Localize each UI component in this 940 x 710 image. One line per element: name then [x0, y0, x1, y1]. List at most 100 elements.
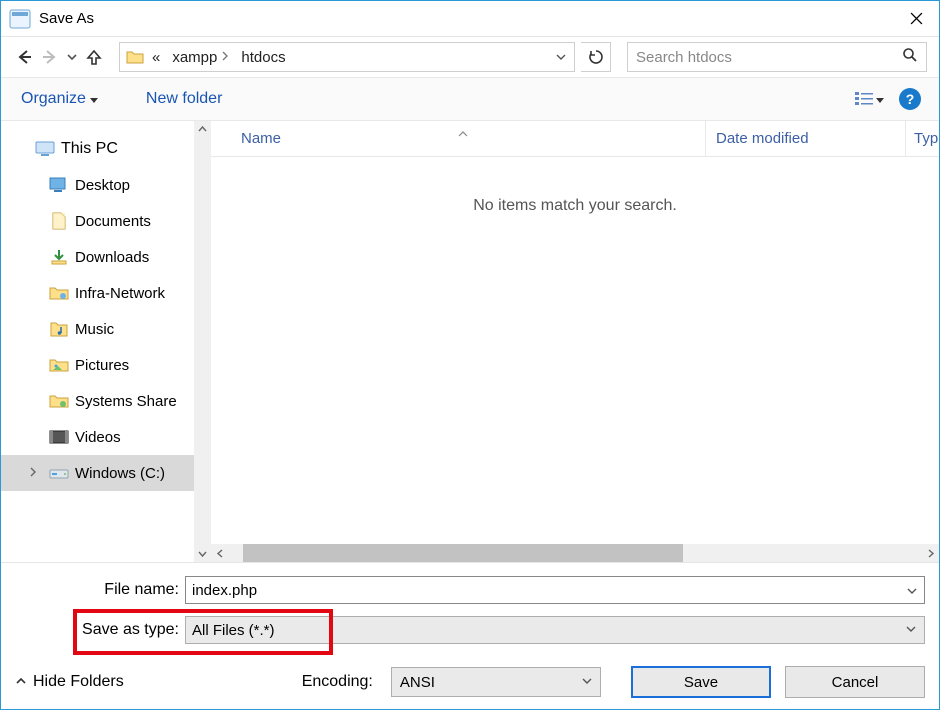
chevron-right-icon — [221, 50, 229, 64]
encoding-value: ANSI — [400, 674, 435, 691]
navigation-tree: This PC Desktop Documents Downloads Infra-N… — [1, 121, 211, 562]
search-placeholder: Search htdocs — [636, 49, 732, 66]
tree-item[interactable]: Documents — [1, 203, 194, 239]
folder-icon — [126, 49, 144, 65]
tree-item-this-pc[interactable]: This PC — [1, 131, 194, 167]
search-icon — [902, 47, 918, 68]
back-button[interactable] — [13, 45, 35, 69]
view-options-button[interactable] — [851, 85, 887, 113]
main-pane: This PC Desktop Documents Downloads Infra-N… — [1, 121, 939, 563]
breadcrumb-segment-label: htdocs — [241, 49, 285, 66]
tree-item-label: Desktop — [75, 177, 130, 194]
nav-buttons — [13, 45, 105, 69]
new-folder-label: New folder — [146, 90, 222, 107]
scroll-down-icon[interactable] — [194, 545, 211, 562]
new-folder-button[interactable]: New folder — [146, 90, 222, 108]
chevron-down-icon — [582, 676, 592, 689]
file-list-body[interactable]: No items match your search. — [211, 157, 939, 544]
column-label: Name — [241, 130, 281, 147]
breadcrumb[interactable]: « xampp htdocs — [119, 42, 575, 72]
hide-folders-label: Hide Folders — [33, 673, 124, 691]
save-as-dialog: Save As « xampp — [0, 0, 940, 710]
scrollbar-thumb[interactable] — [243, 544, 683, 562]
forward-button[interactable] — [39, 45, 61, 69]
tree-item-label: Systems Share — [75, 393, 177, 410]
chevron-up-icon — [15, 673, 27, 691]
file-list-pane: Name Date modified Typ No items match yo… — [211, 121, 939, 562]
encoding-select[interactable]: ANSI — [391, 667, 601, 697]
encoding-label: Encoding: — [302, 673, 377, 691]
music-icon — [49, 320, 69, 338]
file-name-input[interactable] — [185, 576, 925, 604]
horizontal-scrollbar[interactable] — [211, 544, 939, 562]
column-name[interactable]: Name — [211, 130, 705, 147]
chevron-down-icon — [876, 90, 884, 108]
tree-item-label: Documents — [75, 213, 151, 230]
search-input[interactable]: Search htdocs — [627, 42, 927, 72]
tree-item[interactable]: Windows (C:) — [1, 455, 194, 491]
dialog-footer: Hide Folders Encoding: ANSI Save Cancel — [1, 655, 939, 709]
column-type[interactable]: Typ — [905, 121, 939, 156]
chevron-down-icon — [90, 90, 98, 108]
close-button[interactable] — [893, 3, 939, 35]
chevron-down-icon[interactable] — [907, 583, 917, 601]
desktop-icon — [49, 176, 69, 194]
column-headers: Name Date modified Typ — [211, 121, 939, 157]
network-folder-icon — [49, 284, 69, 302]
pictures-icon — [49, 356, 69, 374]
organize-button[interactable]: Organize — [21, 90, 98, 108]
breadcrumb-overflow[interactable]: « — [148, 43, 164, 71]
expand-icon[interactable] — [29, 467, 37, 480]
downloads-icon — [49, 248, 69, 266]
chevron-down-icon — [906, 624, 916, 637]
documents-icon — [49, 212, 69, 230]
tree-item-label: This PC — [61, 140, 118, 158]
cancel-button-label: Cancel — [832, 674, 879, 691]
tree-item[interactable]: Systems Share — [1, 383, 194, 419]
breadcrumb-segment-label: xampp — [172, 49, 217, 66]
save-button[interactable]: Save — [631, 666, 771, 698]
share-folder-icon — [49, 392, 69, 410]
save-button-label: Save — [684, 674, 718, 691]
breadcrumb-segment-0[interactable]: xampp — [168, 43, 233, 71]
tree-item[interactable]: Infra-Network — [1, 275, 194, 311]
app-icon — [9, 9, 31, 29]
hide-folders-button[interactable]: Hide Folders — [15, 673, 124, 691]
empty-list-message: No items match your search. — [211, 197, 939, 215]
scroll-left-icon[interactable] — [211, 544, 229, 562]
organize-label: Organize — [21, 90, 86, 108]
tree-item-label: Music — [75, 321, 114, 338]
scroll-right-icon[interactable] — [921, 544, 939, 562]
tree-item[interactable]: Pictures — [1, 347, 194, 383]
tree-item[interactable]: Downloads — [1, 239, 194, 275]
column-date-modified[interactable]: Date modified — [705, 121, 905, 156]
tree-item[interactable]: Music — [1, 311, 194, 347]
tree-scrollbar[interactable] — [194, 121, 211, 562]
help-button[interactable]: ? — [899, 88, 921, 110]
videos-icon — [49, 428, 69, 446]
tree-item[interactable]: Desktop — [1, 167, 194, 203]
column-label: Typ — [914, 130, 938, 147]
file-type-select[interactable]: All Files (*.*) — [185, 616, 925, 644]
breadcrumb-segment-1[interactable]: htdocs — [237, 43, 289, 71]
sort-ascending-icon — [458, 129, 468, 140]
breadcrumb-dropdown[interactable] — [552, 52, 570, 62]
window-title: Save As — [39, 10, 893, 27]
titlebar: Save As — [1, 1, 939, 37]
refresh-button[interactable] — [581, 42, 611, 72]
cancel-button[interactable]: Cancel — [785, 666, 925, 698]
tree-item-label: Windows (C:) — [75, 465, 165, 482]
help-icon: ? — [906, 91, 915, 107]
file-name-label: File name: — [15, 581, 185, 599]
save-fields: File name: Save as type: All Files (*.*) — [1, 563, 939, 655]
column-label: Date modified — [716, 130, 809, 147]
scroll-up-icon[interactable] — [194, 121, 211, 138]
drive-icon — [49, 464, 69, 482]
up-button[interactable] — [83, 45, 105, 69]
tree-item[interactable]: Videos — [1, 419, 194, 455]
tree-item-label: Videos — [75, 429, 121, 446]
tree-item-label: Infra-Network — [75, 285, 165, 302]
address-bar: « xampp htdocs Search htdocs — [1, 37, 939, 77]
pc-icon — [35, 140, 55, 158]
recent-locations-button[interactable] — [65, 45, 79, 69]
